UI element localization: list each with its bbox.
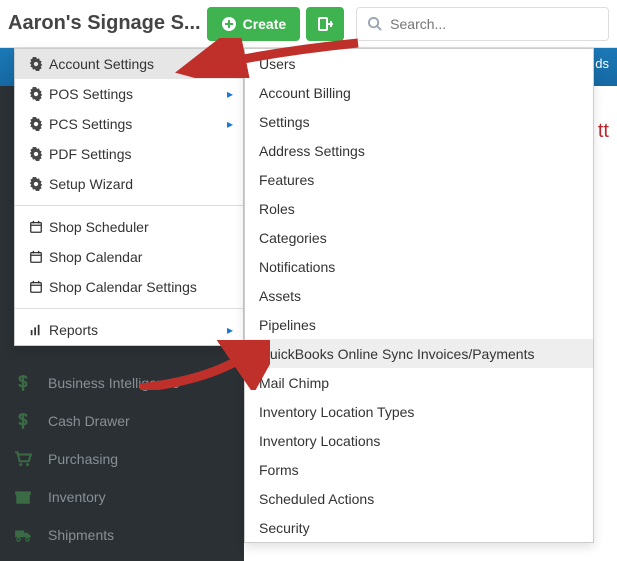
sidebar-item-purchasing[interactable]: Purchasing	[0, 440, 244, 478]
sidebar-item-cash-drawer[interactable]: Cash Drawer	[0, 402, 244, 440]
plus-circle-icon	[221, 16, 237, 32]
settings-item-pcs-settings[interactable]: PCS Settings▸	[15, 109, 243, 139]
sidebar-item-shipments[interactable]: Shipments	[0, 516, 244, 554]
submenu-item-address-settings[interactable]: Address Settings	[245, 136, 593, 165]
submenu-item-pipelines[interactable]: Pipelines	[245, 310, 593, 339]
settings-item-pdf-settings[interactable]: PDF Settings	[15, 139, 243, 169]
search-field[interactable]	[356, 7, 609, 41]
submenu-item-features[interactable]: Features	[245, 165, 593, 194]
submenu-item-inventory-locations[interactable]: Inventory Locations	[245, 426, 593, 455]
search-icon	[367, 16, 382, 31]
sidebar-item-business-intelligence[interactable]: Business Intelligence	[0, 364, 244, 402]
nav-partial-label: ds	[595, 56, 609, 71]
settings-item-reports[interactable]: Reports▸	[15, 315, 243, 345]
create-label: Create	[243, 16, 287, 32]
submenu-item-inventory-location-types[interactable]: Inventory Location Types	[245, 397, 593, 426]
submenu-item-forms[interactable]: Forms	[245, 455, 593, 484]
account-settings-submenu: UsersAccount BillingSettingsAddress Sett…	[244, 48, 594, 543]
import-button[interactable]	[306, 7, 344, 41]
settings-item-account-settings[interactable]: Account Settings	[15, 49, 243, 79]
submenu-item-assets[interactable]: Assets	[245, 281, 593, 310]
submenu-item-security[interactable]: Security	[245, 513, 593, 542]
create-button[interactable]: Create	[207, 7, 301, 41]
submenu-item-quickbooks-online-sync-invoices-payments[interactable]: QuickBooks Online Sync Invoices/Payments	[245, 339, 593, 368]
import-icon	[317, 16, 333, 32]
submenu-item-users[interactable]: Users	[245, 49, 593, 78]
submenu-item-mail-chimp[interactable]: Mail Chimp	[245, 368, 593, 397]
settings-item-pos-settings[interactable]: POS Settings▸	[15, 79, 243, 109]
top-bar: Aaron's Signage S... Create	[0, 0, 617, 48]
search-input[interactable]	[390, 16, 598, 32]
submenu-item-account-billing[interactable]: Account Billing	[245, 78, 593, 107]
submenu-item-notifications[interactable]: Notifications	[245, 252, 593, 281]
submenu-item-categories[interactable]: Categories	[245, 223, 593, 252]
sidebar-item-inventory[interactable]: Inventory	[0, 478, 244, 516]
brand-title: Aaron's Signage S...	[8, 12, 201, 35]
settings-item-shop-scheduler[interactable]: Shop Scheduler	[15, 212, 243, 242]
submenu-item-roles[interactable]: Roles	[245, 194, 593, 223]
submenu-item-settings[interactable]: Settings	[245, 107, 593, 136]
settings-item-shop-calendar[interactable]: Shop Calendar	[15, 242, 243, 272]
settings-item-shop-calendar-settings[interactable]: Shop Calendar Settings	[15, 272, 243, 302]
settings-item-setup-wizard[interactable]: Setup Wizard	[15, 169, 243, 199]
page-title-partial: tt	[598, 120, 609, 143]
submenu-item-scheduled-actions[interactable]: Scheduled Actions	[245, 484, 593, 513]
settings-dropdown: Account SettingsPOS Settings▸PCS Setting…	[14, 48, 244, 346]
